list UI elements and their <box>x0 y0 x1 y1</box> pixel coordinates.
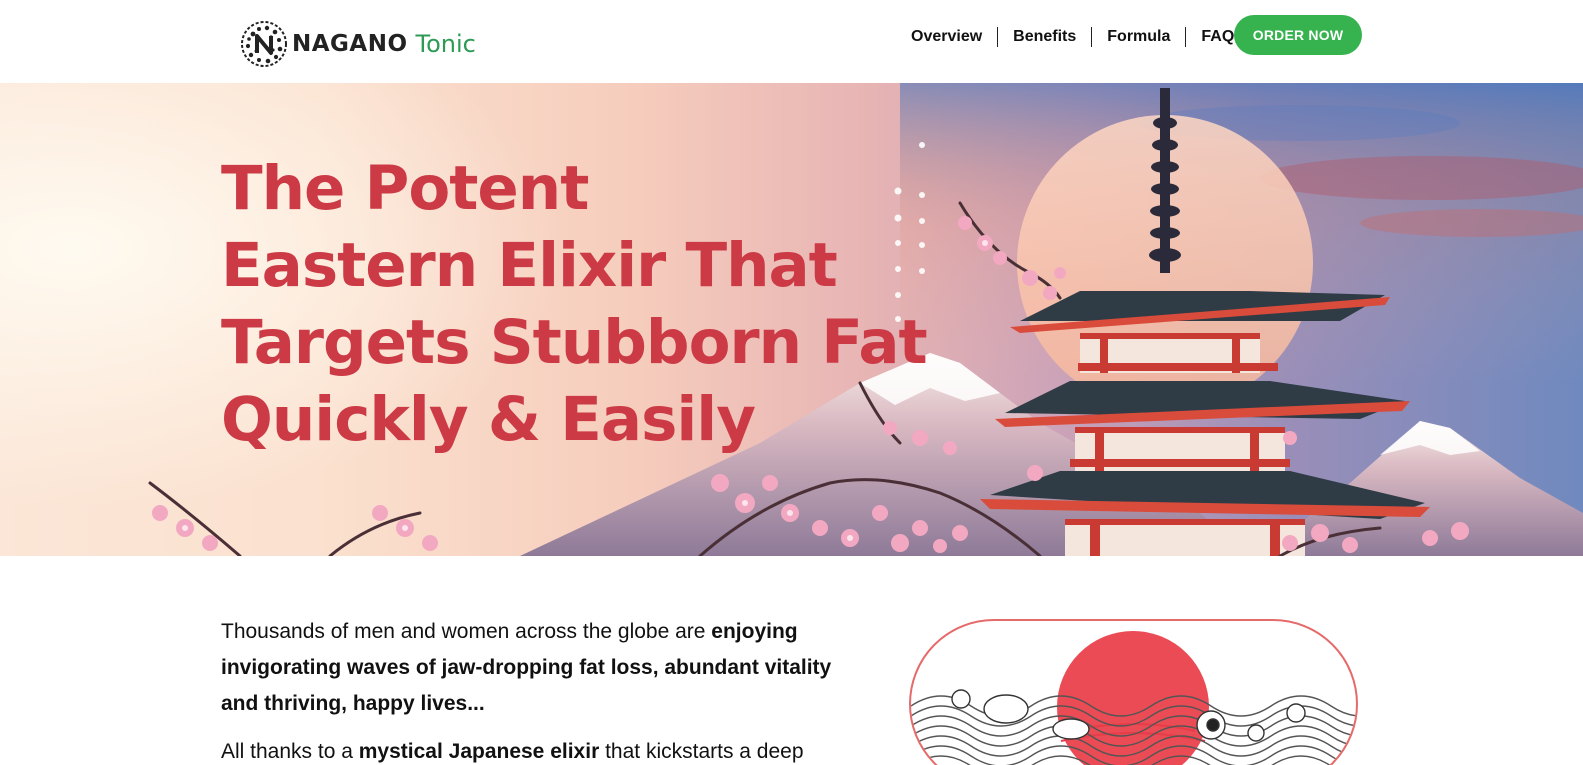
intro-text-plain: that kickstarts a deep <box>599 740 804 763</box>
leaf-n-logo-icon <box>241 21 287 67</box>
brand-name: NAGANO <box>292 31 408 57</box>
hero-headline: The Potent Eastern Elixir That Targets S… <box>221 150 928 458</box>
rising-sun-illustration <box>909 619 1358 765</box>
intro-text-plain: Thousands of men and women across the gl… <box>221 620 712 643</box>
order-now-button[interactable]: ORDER NOW <box>1234 15 1362 55</box>
hero-headline-line: The Potent <box>221 153 589 224</box>
nav-overview[interactable]: Overview <box>900 26 997 48</box>
hero-headline-line: Quickly & Easily <box>221 384 756 455</box>
intro-paragraph: Thousands of men and women across the gl… <box>221 614 861 722</box>
nav-benefits[interactable]: Benefits <box>998 26 1091 48</box>
main-nav: Overview Benefits Formula FAQ <box>900 22 1249 52</box>
nav-formula[interactable]: Formula <box>1092 26 1185 48</box>
intro-text-plain: All thanks to a <box>221 740 359 763</box>
rising-sun-waves-icon <box>911 631 1356 765</box>
hero-banner: The Potent Eastern Elixir That Targets S… <box>0 83 1583 556</box>
intro-text: Thousands of men and women across the gl… <box>221 614 861 765</box>
brand-subname: Tonic <box>415 30 476 58</box>
intro-paragraph: All thanks to a mystical Japanese elixir… <box>221 734 861 765</box>
site-header: NAGANO Tonic Overview Benefits Formula F… <box>0 0 1583 83</box>
brand-logo[interactable]: NAGANO Tonic <box>240 20 476 68</box>
hero-headline-line: Eastern Elixir That <box>221 230 838 301</box>
hero-headline-line: Targets Stubborn Fat <box>221 307 928 378</box>
intro-text-bold: mystical Japanese elixir <box>358 740 600 763</box>
